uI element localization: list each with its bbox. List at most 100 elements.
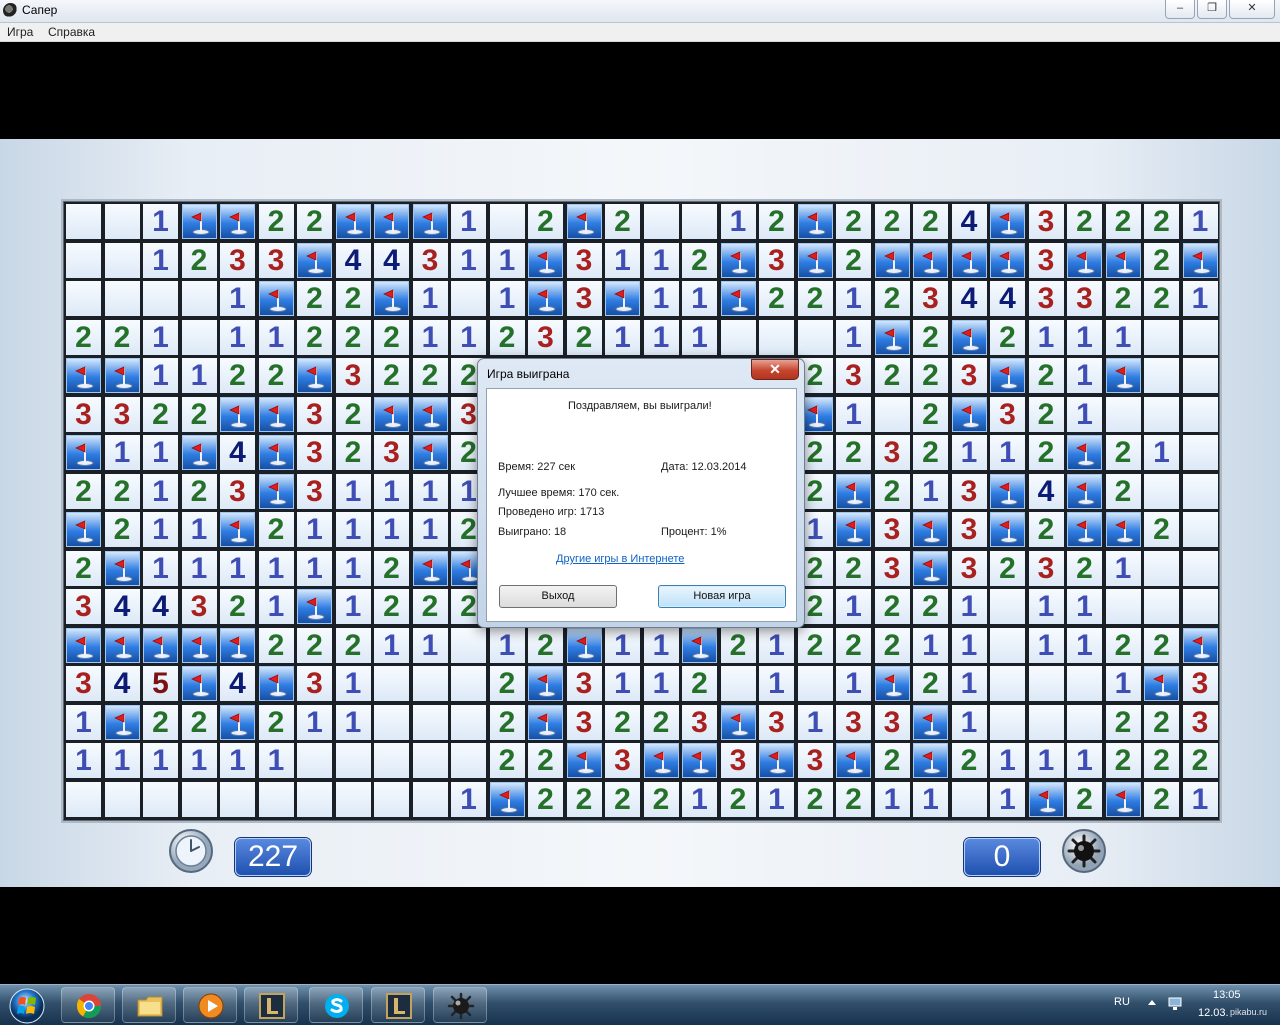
flagged-cell[interactable] (1144, 666, 1179, 701)
flagged-cell[interactable] (220, 512, 255, 547)
empty-cell[interactable] (104, 242, 140, 278)
flagged-cell[interactable] (990, 512, 1025, 547)
number-cell[interactable]: 2 (66, 319, 101, 355)
empty-cell[interactable] (797, 666, 833, 701)
number-cell[interactable]: 4 (951, 204, 987, 239)
number-cell[interactable]: 1 (643, 666, 679, 701)
number-cell[interactable]: 2 (258, 627, 294, 663)
number-cell[interactable]: 3 (951, 358, 987, 393)
number-cell[interactable]: 1 (412, 473, 448, 509)
number-cell[interactable]: 1 (374, 627, 409, 663)
empty-cell[interactable] (759, 319, 794, 355)
number-cell[interactable]: 1 (1028, 743, 1064, 778)
number-cell[interactable]: 1 (990, 781, 1025, 817)
number-cell[interactable]: 1 (489, 627, 525, 663)
flagged-cell[interactable] (951, 319, 987, 355)
flagged-cell[interactable] (143, 627, 178, 663)
number-cell[interactable]: 1 (297, 550, 332, 586)
empty-cell[interactable] (66, 204, 101, 239)
number-cell[interactable]: 1 (1028, 319, 1064, 355)
number-cell[interactable]: 1 (220, 550, 255, 586)
number-cell[interactable]: 2 (836, 627, 871, 663)
empty-cell[interactable] (412, 666, 448, 701)
number-cell[interactable]: 2 (913, 396, 948, 432)
number-cell[interactable]: 2 (913, 666, 948, 701)
language-indicator[interactable]: RU (1114, 996, 1130, 1008)
flagged-cell[interactable] (990, 358, 1025, 393)
flagged-cell[interactable] (566, 204, 602, 239)
number-cell[interactable]: 1 (836, 396, 871, 432)
number-cell[interactable]: 2 (528, 204, 563, 239)
flagged-cell[interactable] (258, 396, 294, 432)
flagged-cell[interactable] (297, 358, 332, 393)
flagged-cell[interactable] (528, 281, 563, 316)
empty-cell[interactable] (143, 281, 178, 316)
flagged-cell[interactable] (66, 358, 101, 393)
empty-cell[interactable] (1182, 396, 1218, 432)
number-cell[interactable]: 3 (258, 242, 294, 278)
number-cell[interactable]: 2 (143, 396, 178, 432)
number-cell[interactable]: 2 (181, 473, 217, 509)
number-cell[interactable]: 1 (682, 281, 717, 316)
number-cell[interactable]: 1 (143, 319, 178, 355)
number-cell[interactable]: 3 (1028, 550, 1064, 586)
empty-cell[interactable] (1144, 589, 1179, 624)
number-cell[interactable]: 1 (1182, 281, 1218, 316)
flagged-cell[interactable] (258, 435, 294, 470)
number-cell[interactable]: 1 (451, 781, 486, 817)
number-cell[interactable]: 3 (1028, 204, 1064, 239)
number-cell[interactable]: 3 (566, 242, 602, 278)
flagged-cell[interactable] (874, 319, 910, 355)
empty-cell[interactable] (720, 319, 756, 355)
number-cell[interactable]: 1 (1105, 319, 1141, 355)
number-cell[interactable]: 4 (374, 242, 409, 278)
number-cell[interactable]: 1 (720, 204, 756, 239)
number-cell[interactable]: 1 (1067, 743, 1102, 778)
number-cell[interactable]: 1 (605, 666, 640, 701)
number-cell[interactable]: 2 (297, 281, 332, 316)
number-cell[interactable]: 1 (913, 473, 948, 509)
number-cell[interactable]: 3 (220, 473, 255, 509)
number-cell[interactable]: 1 (1028, 627, 1064, 663)
number-cell[interactable]: 2 (1067, 781, 1102, 817)
empty-cell[interactable] (1144, 319, 1179, 355)
number-cell[interactable]: 1 (335, 666, 371, 701)
number-cell[interactable]: 3 (566, 666, 602, 701)
flagged-cell[interactable] (412, 396, 448, 432)
flagged-cell[interactable] (836, 473, 871, 509)
number-cell[interactable]: 1 (181, 743, 217, 778)
flagged-cell[interactable] (66, 435, 101, 470)
number-cell[interactable]: 1 (759, 781, 794, 817)
number-cell[interactable]: 2 (1067, 204, 1102, 239)
flagged-cell[interactable] (1105, 358, 1141, 393)
number-cell[interactable]: 1 (335, 589, 371, 624)
number-cell[interactable]: 2 (874, 743, 910, 778)
number-cell[interactable]: 2 (836, 242, 871, 278)
number-cell[interactable]: 2 (489, 319, 525, 355)
flagged-cell[interactable] (759, 743, 794, 778)
flagged-cell[interactable] (836, 512, 871, 547)
number-cell[interactable]: 3 (1028, 281, 1064, 316)
flagged-cell[interactable] (181, 204, 217, 239)
number-cell[interactable]: 1 (682, 781, 717, 817)
flagged-cell[interactable] (66, 627, 101, 663)
number-cell[interactable]: 2 (913, 358, 948, 393)
number-cell[interactable]: 3 (759, 704, 794, 740)
flagged-cell[interactable] (489, 781, 525, 817)
number-cell[interactable]: 1 (1182, 204, 1218, 239)
number-cell[interactable]: 1 (1028, 589, 1064, 624)
empty-cell[interactable] (104, 281, 140, 316)
number-cell[interactable]: 1 (451, 242, 486, 278)
number-cell[interactable]: 4 (990, 281, 1025, 316)
number-cell[interactable]: 3 (335, 358, 371, 393)
empty-cell[interactable] (990, 666, 1025, 701)
number-cell[interactable]: 3 (874, 704, 910, 740)
start-button[interactable] (3, 986, 52, 1025)
empty-cell[interactable] (181, 281, 217, 316)
number-cell[interactable]: 3 (297, 473, 332, 509)
number-cell[interactable]: 1 (1067, 396, 1102, 432)
empty-cell[interactable] (297, 781, 332, 817)
number-cell[interactable]: 3 (374, 435, 409, 470)
close-button[interactable]: ✕ (1229, 0, 1275, 19)
number-cell[interactable]: 1 (374, 512, 409, 547)
